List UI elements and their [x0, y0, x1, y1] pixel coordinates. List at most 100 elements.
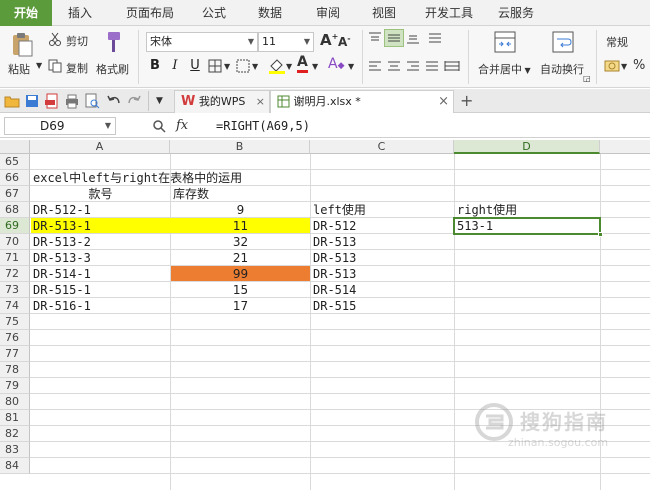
copy-button[interactable]: 复制	[66, 60, 88, 76]
align-right-icon[interactable]	[406, 60, 420, 72]
row-header-75[interactable]: 75	[0, 314, 30, 330]
paste-dropdown-icon[interactable]: ▼	[36, 61, 42, 70]
cell-a70[interactable]: DR-513-2	[31, 235, 91, 250]
zoom-icon[interactable]	[152, 119, 166, 133]
chevron-down-icon[interactable]: ▼	[252, 62, 258, 71]
row-header-67[interactable]: 67	[0, 186, 30, 202]
row-header-72[interactable]: 72	[0, 266, 30, 282]
chevron-down-icon[interactable]: ▼	[286, 62, 292, 71]
cell-c73[interactable]: DR-514	[311, 283, 356, 298]
column-header-c[interactable]: C	[310, 140, 454, 154]
print-icon[interactable]	[64, 93, 80, 109]
cell-c70[interactable]: DR-513	[311, 235, 356, 250]
row-header-73[interactable]: 73	[0, 282, 30, 298]
tab-cloud[interactable]: 云服务	[488, 0, 544, 26]
row-header-81[interactable]: 81	[0, 410, 30, 426]
column-header-e[interactable]	[600, 140, 650, 154]
row-header-79[interactable]: 79	[0, 378, 30, 394]
bold-button[interactable]: B	[146, 57, 164, 75]
tab-file-xlsx[interactable]: 谢明月.xlsx * ×	[270, 90, 454, 113]
alignment-settings-icon[interactable]: ◲	[583, 74, 591, 83]
currency-icon[interactable]	[604, 58, 620, 74]
chevron-down-icon[interactable]: ▼	[312, 62, 318, 71]
font-size-select[interactable]: 11 ▼	[258, 32, 314, 52]
undo-icon[interactable]	[106, 93, 122, 109]
chevron-down-icon[interactable]: ▼	[348, 62, 354, 71]
shrink-font-button[interactable]: A-	[338, 34, 351, 49]
cell-d68[interactable]: right使用	[455, 203, 517, 218]
cell-a66-title[interactable]: excel中left与right在表格中的运用	[31, 171, 242, 186]
column-header-d[interactable]: D	[454, 140, 600, 154]
format-painter-button[interactable]: 格式刷	[96, 61, 129, 77]
pdf-icon[interactable]	[44, 93, 60, 109]
cell-b74[interactable]: 17	[171, 299, 310, 314]
cell-b73[interactable]: 15	[171, 283, 310, 298]
formula-input[interactable]: =RIGHT(A69,5)	[210, 117, 646, 135]
row-header-84[interactable]: 84	[0, 458, 30, 474]
row-header-83[interactable]: 83	[0, 442, 30, 458]
tab-developer[interactable]: 开发工具	[418, 0, 480, 26]
font-name-select[interactable]: 宋体 ▼	[146, 32, 258, 52]
select-all-corner[interactable]	[0, 140, 30, 154]
cell-c68[interactable]: left使用	[311, 203, 366, 218]
cell-b67-header[interactable]: 库存数	[171, 187, 209, 202]
quick-access-dropdown-icon[interactable]: ▼	[156, 96, 163, 106]
folder-icon[interactable]	[4, 93, 20, 109]
row-header-71[interactable]: 71	[0, 250, 30, 266]
cell-b70[interactable]: 32	[171, 235, 310, 250]
selected-cell-d69[interactable]	[453, 217, 603, 237]
cell-a71[interactable]: DR-513-3	[31, 251, 91, 266]
row-header-65[interactable]: 65	[0, 154, 30, 170]
tab-view[interactable]: 视图	[362, 0, 406, 26]
tab-insert[interactable]: 插入	[56, 0, 104, 26]
cell-c74[interactable]: DR-515	[311, 299, 356, 314]
row-header-82[interactable]: 82	[0, 426, 30, 442]
row-header-68[interactable]: 68	[0, 202, 30, 218]
text-direction-icon[interactable]	[428, 32, 442, 44]
align-center-icon[interactable]	[387, 60, 401, 72]
tab-data[interactable]: 数据	[248, 0, 292, 26]
cut-button[interactable]: 剪切	[66, 33, 88, 49]
grow-font-button[interactable]: A+	[320, 31, 338, 49]
cell-a67-header[interactable]: 款号	[31, 187, 170, 202]
tab-home[interactable]: 开始	[0, 0, 52, 26]
tab-page-layout[interactable]: 页面布局	[114, 0, 186, 26]
fill-color-icon[interactable]	[268, 57, 286, 75]
border-icon[interactable]	[208, 59, 224, 73]
distributed-icon[interactable]	[444, 60, 460, 72]
percent-button[interactable]: %	[633, 58, 645, 73]
row-header-76[interactable]: 76	[0, 330, 30, 346]
cell-b72[interactable]: 99	[171, 267, 310, 282]
align-top-icon[interactable]	[368, 32, 382, 44]
name-box[interactable]: D69 ▼	[4, 117, 116, 135]
fill-handle[interactable]	[598, 232, 603, 237]
cell-c71[interactable]: DR-513	[311, 251, 356, 266]
tab-review[interactable]: 审阅	[306, 0, 350, 26]
justify-icon[interactable]	[425, 60, 439, 72]
row-header-80[interactable]: 80	[0, 394, 30, 410]
fx-button[interactable]: fx	[176, 118, 188, 133]
align-left-icon[interactable]	[368, 60, 382, 72]
cell-c72[interactable]: DR-513	[311, 267, 356, 282]
tab-my-wps[interactable]: W 我的WPS ×	[174, 90, 270, 113]
cell-style-icon[interactable]	[236, 59, 252, 73]
cell-b69[interactable]: 11	[171, 219, 310, 234]
align-bottom-icon[interactable]	[406, 32, 420, 44]
redo-icon[interactable]	[126, 93, 142, 109]
tab-formulas[interactable]: 公式	[192, 0, 236, 26]
merge-center-button[interactable]: 合并居中 ▼	[478, 61, 531, 77]
column-header-a[interactable]: A	[30, 140, 170, 154]
cell-b71[interactable]: 21	[171, 251, 310, 266]
save-icon[interactable]	[24, 93, 40, 109]
row-header-74[interactable]: 74	[0, 298, 30, 314]
number-format-select[interactable]: 常规	[606, 34, 628, 50]
cell-b68[interactable]: 9	[171, 203, 310, 218]
paste-icon[interactable]	[10, 32, 34, 58]
row-header-66[interactable]: 66	[0, 170, 30, 186]
paste-button[interactable]: 粘贴	[8, 61, 30, 77]
wrap-text-button[interactable]: 自动换行	[540, 61, 584, 77]
cell-c69[interactable]: DR-512	[311, 219, 356, 234]
italic-button[interactable]: I	[166, 57, 184, 75]
chevron-down-icon[interactable]: ▼	[105, 118, 111, 134]
cell-a74[interactable]: DR-516-1	[31, 299, 91, 314]
